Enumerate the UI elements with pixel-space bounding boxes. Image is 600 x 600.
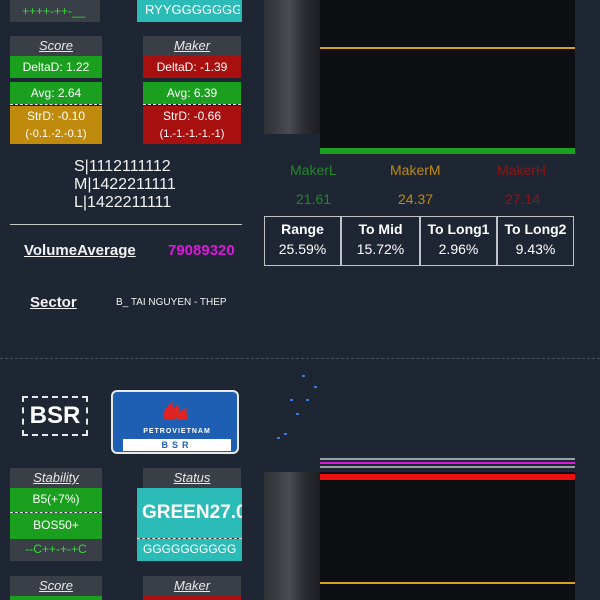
scatter-dot xyxy=(306,399,309,401)
to-mid-header: To Mid xyxy=(358,221,403,237)
range-table-col-range: Range 25.59% xyxy=(264,216,341,266)
slm-line-l: L|1422211111 xyxy=(74,194,172,211)
top-chart-gold-line xyxy=(320,47,575,49)
range-table-col-to-mid: To Mid 15.72% xyxy=(341,216,420,266)
score-avg: Avg: 2.64 xyxy=(10,82,102,104)
score-strd: StrD: -0.10 xyxy=(10,106,102,126)
to-long2-value: 9.43% xyxy=(515,241,556,257)
chart2-magenta-line xyxy=(320,462,575,464)
status-big: GREEN27.0 xyxy=(137,488,242,538)
chart2-wall-shade xyxy=(264,472,320,600)
scatter-dot xyxy=(296,413,299,415)
chart2-top-gray-line xyxy=(320,458,575,460)
top-chart-panel xyxy=(320,0,575,152)
slm-line-s: S|1112111112 xyxy=(74,158,171,175)
to-long1-header: To Long1 xyxy=(427,221,490,237)
bottom-maker-title: Maker xyxy=(143,576,241,596)
volume-value: 79089320 xyxy=(168,242,235,259)
to-mid-value: 15.72% xyxy=(356,241,405,257)
sector-label: Sector xyxy=(30,294,77,311)
maker-delta: DeltaD: -1.39 xyxy=(143,56,241,78)
stability-line3: --C++-+-+C xyxy=(10,539,102,561)
chart2-red-band xyxy=(320,474,575,480)
sector-value: B_ TAI NGUYEN - THEP xyxy=(116,297,227,308)
scatter-dot xyxy=(277,437,280,439)
bottom-score-top xyxy=(10,596,102,600)
scatter-dot xyxy=(314,386,317,388)
stability-line2: BOS50+ xyxy=(10,513,102,539)
maker-card-title: Maker xyxy=(143,36,241,56)
chart2-bottom-gray-line xyxy=(320,466,575,468)
ticker-symbol: BSR xyxy=(22,396,88,436)
maker-l-label: MakerL xyxy=(290,162,337,178)
score-delta: DeltaD: 1.22 xyxy=(10,56,102,78)
top-chart-green-bar xyxy=(320,148,575,154)
maker-h-value: 27.14 xyxy=(505,191,541,207)
flame-logo-icon xyxy=(163,402,188,420)
to-long2-header: To Long2 xyxy=(504,221,567,237)
maker-m-value: 24.37 xyxy=(398,191,434,207)
stability-line1: B5(+7%) xyxy=(10,488,102,512)
maker-strd: StrD: -0.66 xyxy=(143,106,241,126)
maker-avg: Avg: 6.39 xyxy=(143,82,241,104)
range-value: 25.59% xyxy=(278,241,327,257)
scatter-dot xyxy=(302,375,305,377)
maker-seq: (1.-1.-1.-1.-1) xyxy=(143,126,241,144)
divider xyxy=(10,224,242,225)
scatter-dot xyxy=(284,433,287,435)
bottom-score-title: Score xyxy=(10,576,102,596)
status-big-text: GREEN27.0 xyxy=(142,502,242,523)
status-card-title: Status xyxy=(143,468,241,488)
bottom-maker-top xyxy=(143,596,241,600)
maker-l-value: 21.61 xyxy=(296,191,332,207)
chart-wall-shade xyxy=(264,0,320,134)
status-seq-text: GGGGGGGGGG xyxy=(143,542,237,556)
stability-card-title: Stability xyxy=(10,468,102,488)
logo-brand-text: PETROVIETNAM xyxy=(143,428,211,435)
maker-separator xyxy=(143,104,241,105)
scatter-dot xyxy=(290,399,293,401)
range-table-col-to-long2: To Long2 9.43% xyxy=(497,216,574,266)
company-logo: PETROVIETNAM BSR xyxy=(111,390,239,454)
chart2-gold-line xyxy=(320,582,575,584)
maker-h-label: MakerH xyxy=(497,162,547,178)
to-long1-value: 2.96% xyxy=(438,241,479,257)
score-card-title: Score xyxy=(10,36,102,56)
logo-sub-text: BSR xyxy=(123,439,231,451)
bottom-chart-panel xyxy=(320,472,575,600)
score-separator xyxy=(10,104,102,105)
score-seq: (-0.1.-2.-0.1) xyxy=(10,126,102,144)
maker-m-label: MakerM xyxy=(390,162,441,178)
section-divider xyxy=(0,358,600,359)
status-seq-box: GGGGGGGGGG xyxy=(137,539,242,561)
top-right-strip-text: RYYGGGGGGG xyxy=(145,2,240,17)
volume-label: VolumeAverage xyxy=(24,242,136,259)
slm-line-m: M|1422211111 xyxy=(74,176,176,193)
range-table-col-to-long1: To Long1 2.96% xyxy=(420,216,497,266)
range-header: Range xyxy=(281,221,324,237)
top-left-strip-text: ++++-++-__ xyxy=(22,4,86,18)
